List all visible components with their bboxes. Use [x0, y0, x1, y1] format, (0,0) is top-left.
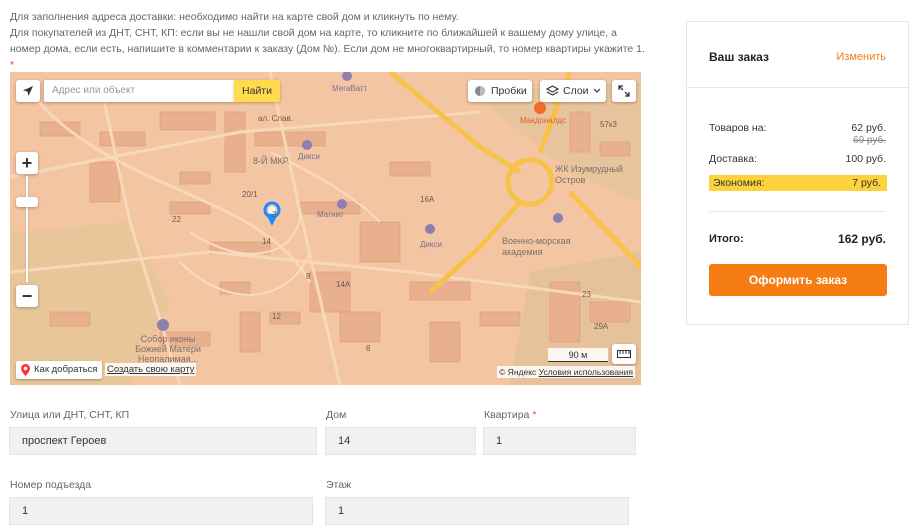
- delivery-instructions: Для заполнения адреса доставки: необходи…: [10, 9, 650, 73]
- zoom-out-button[interactable]: −: [16, 285, 38, 307]
- ruler-button[interactable]: [612, 344, 636, 364]
- map-label-magnit: Магнит: [317, 210, 344, 219]
- house-label: Дом: [326, 409, 347, 421]
- goods-value: 62 руб.: [851, 122, 886, 134]
- map-search-button[interactable]: Найти: [234, 80, 280, 102]
- route-label: Как добраться: [34, 364, 98, 375]
- map-copyright: © Яндекс Условия использования: [497, 366, 635, 378]
- fullscreen-button[interactable]: [612, 80, 636, 102]
- divider: [687, 87, 908, 88]
- house-input[interactable]: 14: [325, 427, 476, 455]
- create-map-link[interactable]: Создать свою карту: [105, 363, 197, 376]
- instructions-line-1: Для заполнения адреса доставки: необходи…: [10, 11, 459, 23]
- layers-icon: [546, 85, 559, 96]
- edit-order-link[interactable]: Изменить: [836, 51, 886, 63]
- traffic-icon: [475, 86, 485, 96]
- fullscreen-icon: [618, 85, 630, 97]
- street-label: Улица или ДНТ, СНТ, КП: [10, 409, 130, 421]
- zoom-slider-thumb[interactable]: [16, 197, 38, 207]
- map-pin-icon: [21, 364, 30, 376]
- map-label-house-2: 2: [272, 210, 277, 219]
- map-label-mkr: 8-Й МКР.: [253, 156, 290, 166]
- required-mark: *: [532, 409, 537, 421]
- total-value: 162 руб.: [838, 232, 886, 246]
- map-label-house-23: 23: [582, 290, 591, 299]
- total-label: Итого:: [709, 233, 744, 245]
- map-label-street: ал. Слав.: [258, 114, 293, 123]
- delivery-label: Доставка:: [709, 153, 758, 165]
- copyright-text: © Яндекс: [499, 367, 537, 377]
- map-label-house-12: 12: [272, 312, 281, 321]
- plus-icon: +: [21, 152, 33, 173]
- map-label-house-14a: 14А: [336, 280, 351, 289]
- map-label-mcdonalds: Макдоналдс: [520, 116, 567, 125]
- traffic-button[interactable]: Пробки: [468, 80, 532, 102]
- geolocation-button[interactable]: [16, 80, 40, 102]
- chevron-down-icon: [593, 88, 600, 93]
- apartment-label: Квартира *: [484, 409, 536, 421]
- layers-button[interactable]: Слои: [540, 80, 606, 102]
- delivery-value: 100 руб.: [845, 153, 886, 165]
- map-label-house-16a: 16А: [420, 195, 435, 204]
- economy-row: Экономия: 7 руб.: [709, 175, 887, 191]
- apartment-label-text: Квартира: [484, 409, 530, 421]
- economy-label: Экономия:: [713, 177, 765, 189]
- route-button[interactable]: Как добраться: [16, 361, 103, 379]
- divider: [709, 211, 886, 212]
- traffic-label: Пробки: [491, 85, 527, 97]
- floor-label: Этаж: [326, 479, 352, 491]
- entrance-label: Номер подъезда: [10, 479, 92, 491]
- goods-old-value: 69 руб.: [853, 135, 886, 146]
- yandex-map[interactable]: МегаВатт ал. Слав. 8-Й МКР. Дикси Магнит…: [10, 72, 641, 385]
- checkout-button[interactable]: Оформить заказ: [709, 264, 887, 296]
- required-mark: *: [10, 59, 15, 71]
- ruler-icon: [617, 350, 631, 358]
- layers-label: Слои: [563, 85, 589, 97]
- map-search-input[interactable]: Адрес или объект: [44, 80, 234, 102]
- map-label-diksi-2: Дикси: [420, 240, 442, 249]
- map-label-megavatt: МегаВатт: [332, 84, 368, 93]
- instructions-line-2-text: Для покупателей из ДНТ, СНТ, КП: если вы…: [10, 27, 645, 55]
- zoom-in-button[interactable]: +: [16, 152, 38, 174]
- street-input[interactable]: проспект Героев: [9, 427, 317, 455]
- minus-icon: −: [21, 285, 33, 306]
- geolocation-arrow-icon: [23, 86, 33, 96]
- map-label-house-22: 22: [172, 215, 181, 224]
- instructions-line-2: Для покупателей из ДНТ, СНТ, КП: если вы…: [10, 25, 650, 73]
- terms-link[interactable]: Условия использования: [539, 367, 633, 377]
- map-label-house-6: 6: [366, 344, 371, 353]
- map-label-sobor: Собор иконы Божией Матери Неопалимая...: [135, 334, 201, 364]
- map-label-house-57k3: 57к3: [600, 120, 617, 129]
- entrance-input[interactable]: 1: [9, 497, 313, 525]
- economy-value: 7 руб.: [852, 177, 881, 189]
- map-label-zhk: ЖК Изумрудный Остров: [555, 164, 623, 185]
- map-label-house-8: 8: [306, 272, 311, 281]
- zoom-slider-track[interactable]: [26, 176, 28, 282]
- apartment-input[interactable]: 1: [483, 427, 636, 455]
- map-label-house-20-1: 20/1: [242, 190, 258, 199]
- map-label-house-14: 14: [262, 237, 271, 246]
- order-title: Ваш заказ: [709, 50, 769, 64]
- map-label-house-29a: 29А: [594, 322, 609, 331]
- goods-label: Товаров на:: [709, 122, 767, 134]
- map-scale: 90 м: [548, 348, 608, 362]
- map-label-naval-academy: Военно-морская академия: [502, 236, 571, 257]
- order-summary-panel: Ваш заказ Изменить Товаров на: 62 руб. 6…: [686, 21, 909, 325]
- map-label-diksi-1: Дикси: [298, 152, 320, 161]
- floor-input[interactable]: 1: [325, 497, 629, 525]
